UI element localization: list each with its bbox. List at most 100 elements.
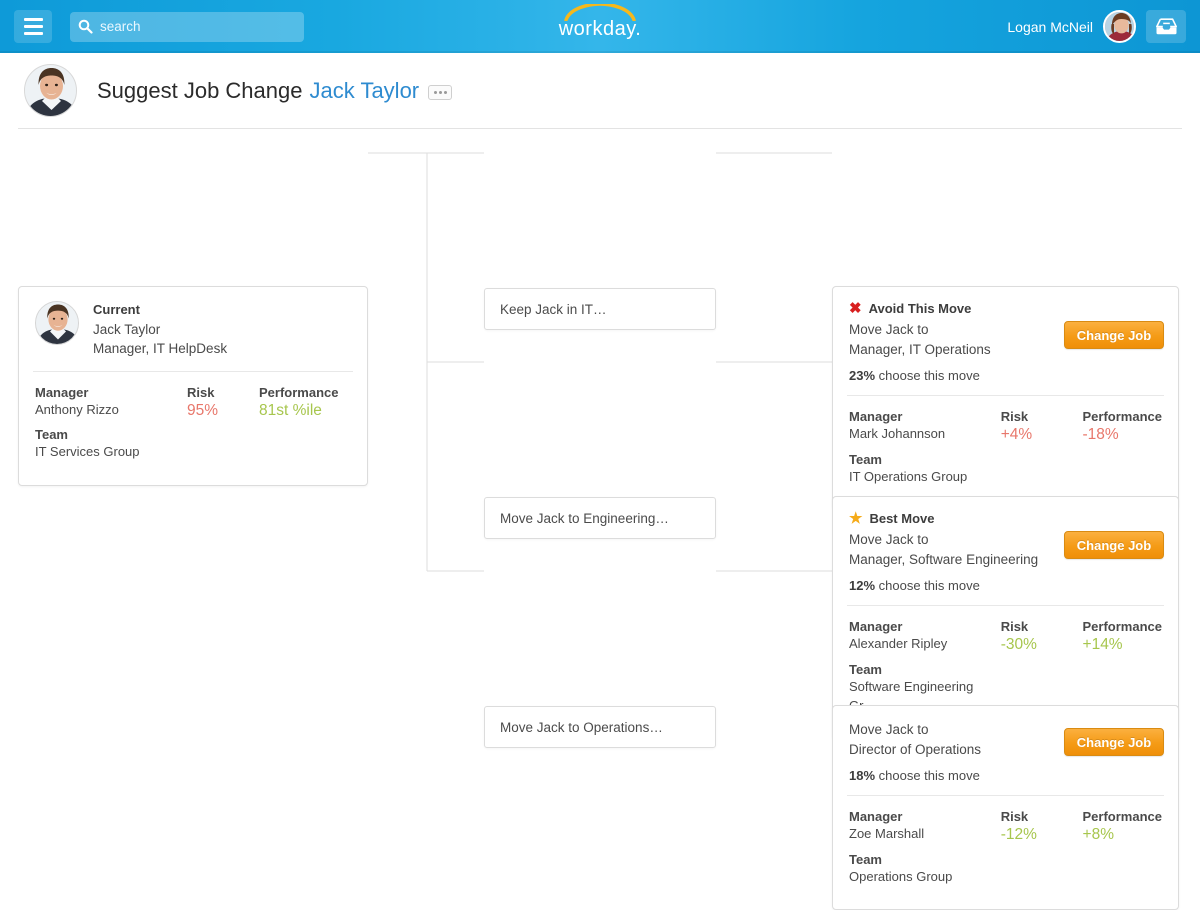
performance-value: +8% <box>1082 826 1114 844</box>
option-card-director-of-operations: Move Jack to Director of Operations 18% … <box>832 705 1179 910</box>
option-card-avoid-this-move: ✖ Avoid This Move Move Jack to Manager, … <box>832 286 1179 511</box>
manager-value: Mark Johannson <box>849 426 946 442</box>
avatar <box>35 301 79 345</box>
global-header: workday. Logan McNeil <box>0 0 1200 53</box>
option-share-text: 12% choose this move <box>849 578 1162 593</box>
employee-photo-illustration <box>36 302 78 344</box>
branch-node-keep-in-it[interactable]: Keep Jack in IT… <box>484 288 716 330</box>
page-title-text: Suggest Job Change <box>97 77 303 103</box>
option-manager-team: Manager Mark Johannson Team IT Operation… <box>849 409 1001 494</box>
risk-value: +4% <box>1000 426 1033 444</box>
risk-label: Risk <box>187 384 215 400</box>
change-job-button[interactable]: Change Job <box>1064 321 1164 349</box>
search-icon <box>78 19 93 34</box>
option-share-text: 18% choose this move <box>849 768 1162 783</box>
page-subject-link[interactable]: Jack Taylor <box>310 78 420 103</box>
option-card-best-move: ★ Best Move Move Jack to Manager, Softwa… <box>832 496 1179 740</box>
team-label: Team <box>849 661 882 677</box>
option-risk: Risk -12% <box>1001 809 1083 894</box>
performance-value: -18% <box>1082 426 1119 444</box>
share-percent: 12% <box>849 578 876 594</box>
change-job-button[interactable]: Change Job <box>1064 728 1164 756</box>
employee-photo-illustration <box>25 65 76 116</box>
performance-label: Performance <box>1082 619 1162 635</box>
status-badge: ✖ Avoid This Move <box>849 301 1162 316</box>
manager-label: Manager <box>849 809 903 825</box>
inbox-icon[interactable] <box>1146 10 1186 43</box>
manager-value: Alexander Ripley <box>849 636 948 652</box>
user-avatar-illustration <box>1105 12 1134 41</box>
option-manager-team: Manager Zoe Marshall Team Operations Gro… <box>849 809 1001 894</box>
status-badge: ★ Best Move <box>849 511 1162 526</box>
move-line-1: Move Jack to <box>849 532 929 547</box>
performance-label: Performance <box>1082 809 1162 825</box>
logo-arc-icon <box>564 4 636 21</box>
dot <box>438 90 442 94</box>
branch-node-move-to-operations[interactable]: Move Jack to Operations… <box>484 706 716 748</box>
risk-value: 95% <box>187 401 219 419</box>
status-badge-label: Best Move <box>869 511 935 526</box>
hamburger-bar <box>23 25 43 28</box>
logo-wordmark: workday. <box>558 18 642 40</box>
manager-label: Manager <box>35 384 89 400</box>
move-line-1: Move Jack to <box>849 322 929 337</box>
share-suffix: choose this move <box>875 578 980 594</box>
change-job-button[interactable]: Change Job <box>1064 531 1164 559</box>
hamburger-bar <box>23 18 43 21</box>
risk-value: -12% <box>1000 826 1037 844</box>
performance-label: Performance <box>1082 409 1162 425</box>
job-change-tree: Current Jack Taylor Manager, IT HelpDesk… <box>0 129 1200 910</box>
manager-label: Manager <box>849 409 903 425</box>
current-manager-team: Manager Anthony Rizzo Team IT Services G… <box>35 385 187 470</box>
avatar[interactable] <box>24 64 77 117</box>
page-header: Suggest Job Change Jack Taylor <box>18 53 1182 129</box>
current-performance: Performance 81st %ile <box>259 385 351 470</box>
option-move-description: Move Jack to Manager, IT Operations <box>849 320 1079 359</box>
performance-value: 81st %ile <box>259 401 322 419</box>
ellipsis-menu-icon[interactable] <box>428 84 453 100</box>
team-label: Team <box>35 427 68 443</box>
manager-label: Manager <box>849 619 903 635</box>
risk-label: Risk <box>1000 809 1029 825</box>
move-line-2: Manager, IT Operations <box>849 341 991 357</box>
star-icon: ★ <box>849 510 863 527</box>
avatar[interactable] <box>1103 10 1136 43</box>
option-performance: Performance -18% <box>1083 409 1162 494</box>
team-label: Team <box>849 851 882 867</box>
search-input[interactable] <box>100 19 296 34</box>
risk-label: Risk <box>1000 409 1029 425</box>
inbox-tray-icon <box>1155 18 1177 35</box>
hamburger-icon[interactable] <box>14 10 52 43</box>
dot <box>433 90 437 94</box>
header-user-area: Logan McNeil <box>1007 0 1186 53</box>
manager-value: Anthony Rizzo <box>35 401 119 417</box>
team-value: IT Services Group <box>35 444 140 460</box>
option-share-text: 23% choose this move <box>849 368 1162 383</box>
manager-value: Zoe Marshall <box>849 826 925 842</box>
option-move-description: Move Jack to Director of Operations <box>849 720 1079 759</box>
share-percent: 18% <box>849 768 876 784</box>
option-performance: Performance +8% <box>1083 809 1162 894</box>
option-risk: Risk +4% <box>1001 409 1083 494</box>
current-label: Current <box>93 302 140 317</box>
status-badge-label: Avoid This Move <box>868 301 972 316</box>
performance-label: Performance <box>259 384 339 400</box>
risk-label: Risk <box>1000 619 1029 635</box>
team-value: Operations Group <box>849 868 953 884</box>
share-percent: 23% <box>849 368 876 384</box>
option-move-description: Move Jack to Manager, Software Engineeri… <box>849 530 1079 569</box>
current-position-card: Current Jack Taylor Manager, IT HelpDesk… <box>18 286 368 486</box>
performance-value: +14% <box>1082 636 1123 654</box>
search-box[interactable] <box>70 11 304 42</box>
share-suffix: choose this move <box>875 368 980 384</box>
move-line-1: Move Jack to <box>849 722 929 737</box>
risk-value: -30% <box>1000 636 1037 654</box>
dot <box>443 90 447 94</box>
share-suffix: choose this move <box>875 768 980 784</box>
move-line-2: Director of Operations <box>849 741 982 757</box>
team-label: Team <box>849 451 882 467</box>
branch-node-move-to-engineering[interactable]: Move Jack to Engineering… <box>484 497 716 539</box>
move-line-2: Manager, Software Engineering <box>849 551 1039 567</box>
hamburger-bar <box>23 32 43 35</box>
current-role: Manager, IT HelpDesk <box>93 341 228 357</box>
